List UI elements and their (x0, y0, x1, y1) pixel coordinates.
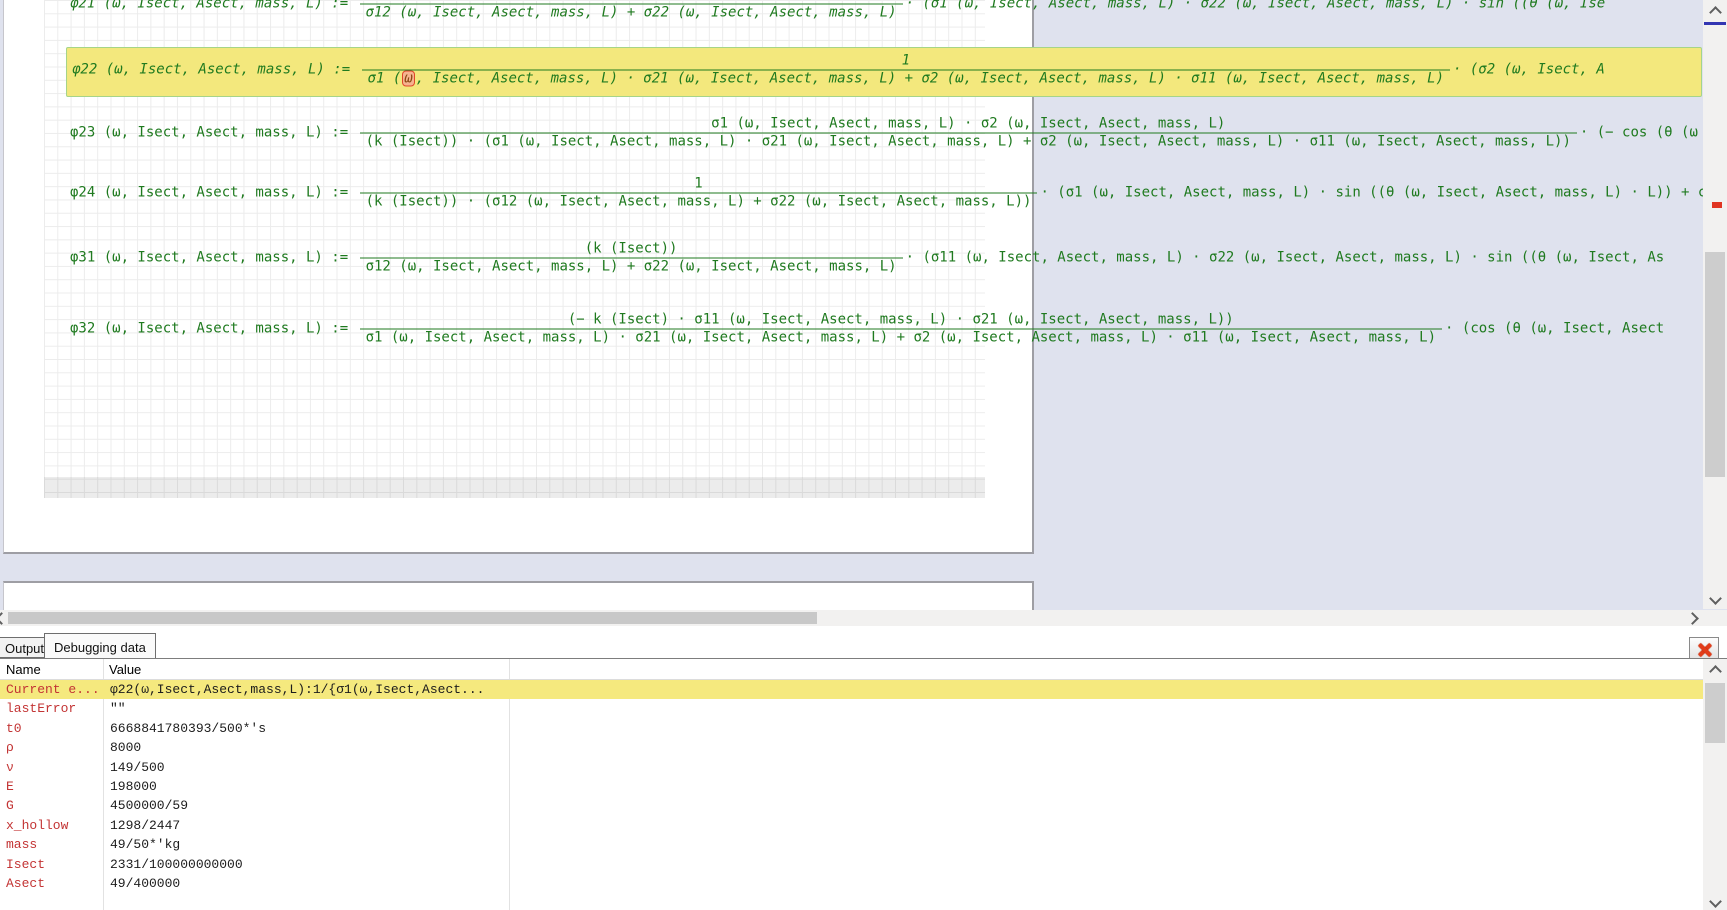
scroll-position-marker (1704, 22, 1726, 25)
row-value: 6668841780393/500*'s (103, 719, 509, 738)
worksheet-hscrollbar[interactable] (0, 610, 1701, 626)
formula-fraction: σ1 (ω, Isect, Asect, mass, L) · σ2 (ω, I… (360, 116, 1577, 151)
table-header: Name Value (0, 659, 1703, 680)
row-value: 49/50*'kg (103, 835, 509, 854)
table-row[interactable]: x_hollow1298/2447 (0, 816, 1703, 835)
formula-layer: φ21 (ω, Isect, Asect, mass, L) := σ12 (ω… (0, 0, 1703, 610)
formula-fraction: 1σ1 (ω, Isect, Asect, mass, L) · σ21 (ω,… (362, 53, 1450, 88)
table-row[interactable]: lastError"" (0, 699, 1703, 718)
app-window: φ21 (ω, Isect, Asect, mass, L) := σ12 (ω… (0, 0, 1727, 910)
row-name: ν (0, 758, 103, 777)
formula-fraction: (− k (Isect) · σ11 (ω, Isect, Asect, mas… (360, 312, 1442, 347)
debug-tabstrip: Output Debugging data (0, 626, 1727, 658)
row-value: 1298/2447 (103, 816, 509, 835)
debug-panel: Output Debugging data Name Value Current… (0, 626, 1727, 910)
fraction-denominator: σ12 (ω, Isect, Asect, mass, L) + σ22 (ω,… (360, 258, 903, 276)
table-row[interactable]: G4500000/59 (0, 796, 1703, 815)
formula-phi22[interactable]: φ22 (ω, Isect, Asect, mass, L) := 1σ1 (ω… (72, 53, 1605, 88)
row-value: 2331/100000000000 (103, 855, 509, 874)
scroll-right-icon[interactable] (1686, 612, 1699, 625)
formula-fraction: (k (Isect))σ12 (ω, Isect, Asect, mass, L… (360, 241, 903, 276)
formula-multiplier: · (σ2 (ω, Isect, A (1453, 62, 1605, 79)
formula-multiplier: · (cos (θ (ω, Isect, Asect (1445, 321, 1664, 338)
worksheet-vscrollbar[interactable] (1703, 0, 1727, 609)
fraction-numerator: 1 (688, 176, 708, 193)
table-row[interactable]: Asect49/400000 (0, 874, 1703, 893)
scroll-up-icon[interactable] (1709, 6, 1722, 19)
formula-phi21[interactable]: φ21 (ω, Isect, Asect, mass, L) := σ12 (ω… (70, 0, 1605, 22)
error-position-marker (1712, 202, 1722, 208)
formula-lhs: φ32 (ω, Isect, Asect, mass, L) := (70, 321, 357, 338)
row-value: 198000 (103, 777, 509, 796)
row-value: φ22(ω,Isect,Asect,mass,L):1/{σ1(ω,Isect,… (103, 680, 509, 699)
table-row[interactable]: Current e...φ22(ω,Isect,Asect,mass,L):1/… (0, 680, 1703, 699)
row-value: 49/400000 (103, 874, 509, 893)
row-name: G (0, 796, 103, 815)
formula-multiplier: · (− cos (θ (ω (1580, 125, 1698, 142)
fraction-denominator: (k (Isect)) · (σ1 (ω, Isect, Asect, mass… (360, 133, 1577, 151)
row-value: "" (103, 699, 509, 718)
formula-phi24[interactable]: φ24 (ω, Isect, Asect, mass, L) := 1(k (I… (70, 176, 1703, 211)
scroll-down-icon[interactable] (1709, 895, 1722, 908)
formula-lhs: φ21 (ω, Isect, Asect, mass, L) := (70, 0, 357, 13)
table-row[interactable]: E198000 (0, 777, 1703, 796)
formula-lhs: φ22 (ω, Isect, Asect, mass, L) := (72, 62, 359, 79)
fraction-numerator: 1 (896, 53, 916, 70)
formula-lhs: φ24 (ω, Isect, Asect, mass, L) := (70, 185, 357, 202)
row-name: x_hollow (0, 816, 103, 835)
debug-table: Name Value Current e...φ22(ω,Isect,Asect… (0, 659, 1703, 910)
table-row[interactable]: Isect2331/100000000000 (0, 855, 1703, 874)
formula-lhs: φ31 (ω, Isect, Asect, mass, L) := (70, 250, 357, 267)
fraction-numerator: (k (Isect)) (579, 241, 684, 258)
table-row[interactable]: ν149/500 (0, 758, 1703, 777)
formula-phi32[interactable]: φ32 (ω, Isect, Asect, mass, L) := (− k (… (70, 312, 1664, 347)
column-header-value[interactable]: Value (103, 662, 509, 677)
formula-phi23[interactable]: φ23 (ω, Isect, Asect, mass, L) := σ1 (ω,… (70, 116, 1698, 151)
scrollbar-corner (1701, 610, 1727, 626)
row-name: E (0, 777, 103, 796)
formula-multiplier: · (σ1 (ω, Isect, Asect, mass, L) · σ22 (… (906, 0, 1606, 13)
table-body: Current e...φ22(ω,Isect,Asect,mass,L):1/… (0, 680, 1703, 893)
formula-fraction: 1(k (Isect)) · (σ12 (ω, Isect, Asect, ma… (360, 176, 1038, 211)
debug-current-token: ω (402, 71, 414, 87)
row-value: 4500000/59 (103, 796, 509, 815)
scroll-down-icon[interactable] (1709, 592, 1722, 605)
hscroll-thumb[interactable] (8, 612, 817, 624)
table-row[interactable]: ρ8000 (0, 738, 1703, 757)
tab-debugging-data[interactable]: Debugging data (44, 633, 156, 659)
table-row[interactable]: mass49/50*'kg (0, 835, 1703, 854)
formula-fraction: σ12 (ω, Isect, Asect, mass, L) + σ22 (ω,… (360, 0, 903, 22)
scroll-up-icon[interactable] (1709, 665, 1722, 678)
debug-vscrollbar[interactable] (1703, 659, 1727, 910)
table-row[interactable]: t06668841780393/500*'s (0, 719, 1703, 738)
row-name: mass (0, 835, 103, 854)
row-name: lastError (0, 699, 103, 718)
fraction-numerator: (− k (Isect) · σ11 (ω, Isect, Asect, mas… (562, 312, 1240, 329)
fraction-denominator: (k (Isect)) · (σ12 (ω, Isect, Asect, mas… (360, 193, 1038, 211)
row-name: t0 (0, 719, 103, 738)
fraction-denominator: σ12 (ω, Isect, Asect, mass, L) + σ22 (ω,… (360, 4, 903, 22)
row-name: Asect (0, 874, 103, 893)
formula-lhs: φ23 (ω, Isect, Asect, mass, L) := (70, 125, 357, 142)
row-name: ρ (0, 738, 103, 757)
column-header-name[interactable]: Name (0, 662, 103, 677)
formula-phi31[interactable]: φ31 (ω, Isect, Asect, mass, L) := (k (Is… (70, 241, 1664, 276)
formula-multiplier: · (σ1 (ω, Isect, Asect, mass, L) · sin (… (1040, 185, 1703, 202)
debug-vscroll-thumb[interactable] (1705, 683, 1725, 743)
row-value: 149/500 (103, 758, 509, 777)
fraction-numerator: σ1 (ω, Isect, Asect, mass, L) · σ2 (ω, I… (705, 116, 1231, 133)
row-value: 8000 (103, 738, 509, 757)
formula-multiplier: · (σ11 (ω, Isect, Asect, mass, L) · σ22 … (906, 250, 1665, 267)
scroll-left-icon[interactable] (0, 612, 8, 625)
row-name: Isect (0, 855, 103, 874)
fraction-denominator: σ1 (ω, Isect, Asect, mass, L) · σ21 (ω, … (362, 70, 1450, 88)
worksheet-view[interactable]: φ21 (ω, Isect, Asect, mass, L) := σ12 (ω… (0, 0, 1727, 626)
row-name: Current e... (0, 680, 103, 699)
fraction-denominator: σ1 (ω, Isect, Asect, mass, L) · σ21 (ω, … (360, 329, 1442, 347)
vscroll-thumb[interactable] (1705, 252, 1725, 477)
